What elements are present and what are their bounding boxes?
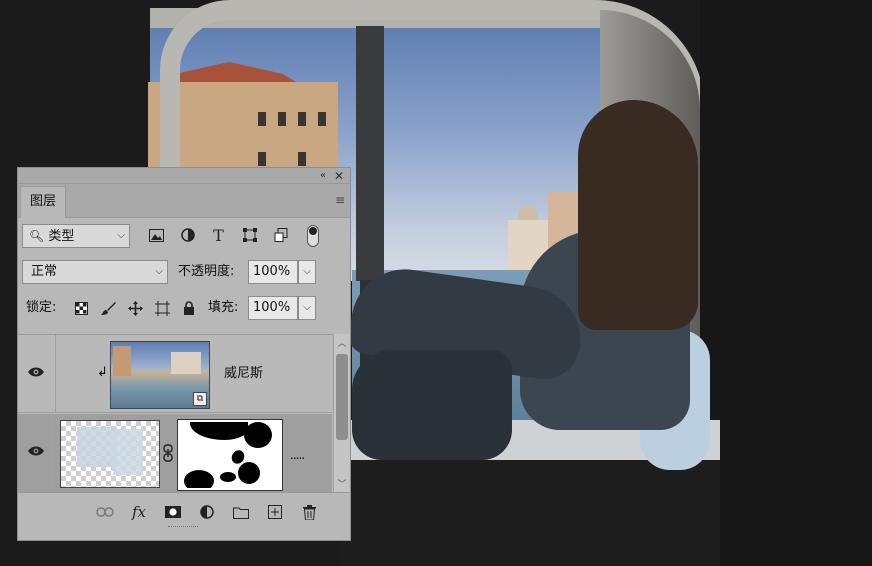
close-panel-icon[interactable]: ✕ [334, 168, 344, 184]
lock-all-icon[interactable] [180, 296, 198, 320]
layer-row-venice[interactable]: ↲ ⧉ 威尼斯 [18, 335, 332, 413]
add-mask-icon[interactable] [162, 501, 184, 523]
layers-list: ↲ ⧉ 威尼斯 ..... [18, 334, 350, 492]
group-folder-icon[interactable] [230, 501, 252, 523]
link-layers-icon[interactable] [94, 501, 116, 523]
tab-layers[interactable]: 图层 [20, 186, 66, 218]
panel-menu-icon[interactable]: ≡ [335, 194, 345, 206]
mask-link-chain-icon[interactable] [163, 444, 173, 466]
layers-scrollbar[interactable]: ︿ ﹀ [333, 334, 350, 492]
lock-row: 锁定: 填充: 100% ⌵ [18, 290, 350, 326]
lock-transparent-pixels-icon[interactable] [72, 296, 90, 320]
layers-panel: « ✕ 图层 ≡ 🔍︎ 类型 ⌵ T 正常 ⌵ 不透明度: 100% ⌵ 锁定:… [17, 167, 351, 541]
filter-row: 🔍︎ 类型 ⌵ T [18, 218, 350, 254]
eye-icon[interactable] [27, 444, 45, 462]
opacity-input[interactable]: 100% [248, 260, 298, 284]
layer-thumbnail-masked[interactable] [60, 420, 160, 488]
panel-resize-grip[interactable] [168, 526, 198, 529]
type-filter-icon[interactable]: T [208, 224, 229, 246]
wall-right [700, 0, 872, 566]
scroll-up-icon[interactable]: ︿ [334, 336, 350, 349]
blend-mode-dropdown[interactable]: 正常 ⌵ [22, 260, 168, 284]
panel-titlebar[interactable]: « ✕ [18, 168, 350, 184]
layer-mask-thumbnail[interactable] [177, 419, 283, 491]
layers-bottom-toolbar: fx [18, 492, 350, 530]
layer-thumbnail-venice[interactable]: ⧉ [110, 341, 210, 409]
lock-artboard-icon[interactable] [153, 296, 171, 320]
girl-leg-lower [352, 350, 512, 460]
lock-label: 锁定: [26, 300, 57, 315]
layer-name[interactable]: 威尼斯 [224, 362, 263, 381]
clipping-mask-arrow-icon: ↲ [97, 365, 108, 380]
filter-toggle-switch[interactable] [307, 225, 319, 247]
scrollbar-thumb[interactable] [336, 354, 348, 440]
floor-shadow [340, 460, 720, 566]
smart-object-filter-icon[interactable] [270, 224, 291, 246]
girl-hair [578, 100, 698, 330]
lock-image-pixels-icon[interactable] [99, 296, 117, 320]
eye-icon[interactable] [27, 365, 45, 383]
panel-tab-row: 图层 ≡ [18, 184, 350, 218]
opacity-dropdown-arrow[interactable]: ⌵ [298, 260, 316, 284]
smart-object-badge-icon: ⧉ [193, 392, 207, 406]
lock-position-icon[interactable] [126, 296, 144, 320]
ellipsis-icon: ..... [290, 448, 305, 462]
fx-label: fx [131, 503, 146, 521]
adjustment-filter-icon[interactable] [177, 224, 198, 246]
collapse-panel-icon[interactable]: « [320, 168, 326, 184]
image-filter-icon[interactable] [146, 224, 167, 246]
fx-icon[interactable]: fx [128, 501, 150, 523]
scroll-down-icon[interactable]: ﹀ [334, 477, 350, 490]
layer-row-masked[interactable]: ..... [18, 414, 332, 492]
search-icon: 🔍︎ [29, 229, 45, 243]
blend-mode-value: 正常 [31, 264, 58, 279]
adjustment-layer-icon[interactable] [196, 501, 218, 523]
chevron-down-icon: ⌵ [117, 230, 125, 241]
new-layer-icon[interactable] [264, 501, 286, 523]
fill-input[interactable]: 100% [248, 296, 298, 320]
fill-label[interactable]: 填充: [208, 296, 238, 320]
chevron-down-icon: ⌵ [155, 266, 163, 277]
filter-kind-label: 类型 [48, 229, 75, 244]
shape-filter-icon[interactable] [239, 224, 260, 246]
filter-kind-dropdown[interactable]: 🔍︎ 类型 ⌵ [22, 224, 130, 248]
delete-icon[interactable] [298, 501, 320, 523]
fill-dropdown-arrow[interactable]: ⌵ [298, 296, 316, 320]
blend-row: 正常 ⌵ 不透明度: 100% ⌵ [18, 254, 350, 290]
opacity-label[interactable]: 不透明度: [178, 260, 234, 284]
